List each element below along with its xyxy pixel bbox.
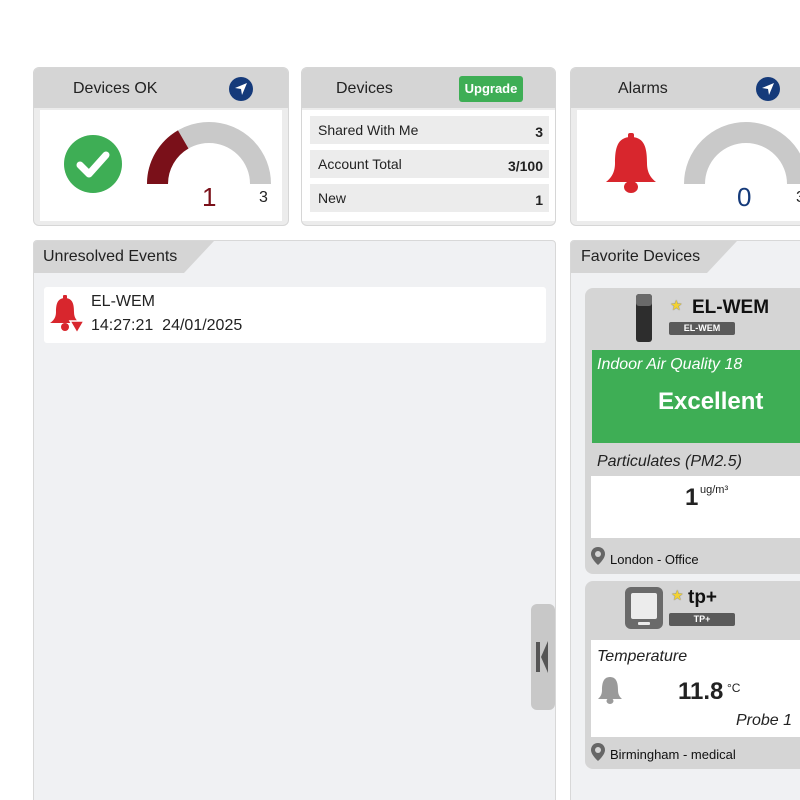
unresolved-events-panel: Unresolved Events EL-WEM 14:27:21 24/01/… (33, 240, 556, 800)
gauge-max: 3 (796, 189, 800, 207)
upgrade-button[interactable]: Upgrade (459, 76, 523, 102)
card-title: Devices (336, 80, 393, 97)
favorite-star-icon[interactable]: ★ (671, 587, 684, 604)
alarm-bell-icon (50, 295, 84, 333)
metric-label: Particulates (PM2.5) (597, 453, 742, 470)
metric-unit: ug/m³ (700, 484, 729, 496)
row-label: Shared With Me (318, 122, 419, 138)
alarms-card: Alarms 0 3 (570, 67, 800, 226)
gauge-max: 3 (259, 189, 268, 206)
device-name: tp+ (688, 587, 718, 608)
probe-label: Probe 1 (736, 712, 793, 729)
device-badge: EL-WEM (669, 322, 735, 335)
bell-icon (606, 133, 656, 193)
card-body: 0 3 (577, 110, 800, 221)
card-body: Shared With Me 3 Account Total 3/100 New… (302, 110, 555, 221)
location-pin-icon (591, 547, 605, 565)
metric-panel: 1 ug/m³ (591, 476, 800, 538)
metric-unit: °C (727, 681, 741, 695)
tab-notch (707, 241, 737, 273)
device-name: EL-WEM (692, 297, 770, 318)
card-title: Alarms (618, 80, 668, 97)
panel-collapse-handle[interactable] (531, 604, 555, 710)
metric-label: Temperature (597, 648, 688, 665)
row-label: Account Total (318, 156, 402, 172)
devices-ok-card: Devices OK 1 3 (33, 67, 289, 226)
favorite-star-icon[interactable]: ★ (670, 297, 683, 314)
device-location: Birmingham - medical (610, 747, 736, 762)
row-value: 3 (535, 124, 543, 140)
devices-row: Account Total 3/100 (310, 150, 549, 178)
row-label: New (318, 190, 347, 206)
status-label: Indoor Air Quality 18 (597, 356, 743, 373)
devices-row: Shared With Me 3 (310, 116, 549, 144)
alarm-bell-icon (598, 677, 622, 704)
event-timestamp: 14:27:21 24/01/2025 (91, 317, 242, 335)
row-value: 1 (535, 192, 543, 208)
card-title: Devices OK (73, 80, 158, 97)
event-date: 24/01/2025 (162, 317, 243, 334)
favorite-device-card[interactable]: ★ EL-WEM EL-WEM Indoor Air Quality 18 Ex… (585, 288, 800, 574)
tab-notch (184, 241, 214, 273)
panel-title: Unresolved Events (34, 241, 184, 273)
air-quality-status: Indoor Air Quality 18 Excellent (592, 350, 800, 443)
devices-row: New 1 (310, 184, 549, 212)
gauge-value: 0 (737, 182, 752, 212)
location-pin-icon (591, 743, 605, 761)
metric-panel: Temperature 11.8 °C Probe 1 (591, 640, 800, 737)
air-sensor-icon (636, 294, 652, 342)
metric-value: 11.8 (678, 678, 724, 705)
gauge-value: 1 (202, 182, 217, 212)
status-value: Excellent (658, 388, 764, 415)
metric-value: 1 (685, 484, 699, 511)
event-time: 14:27:21 (91, 317, 154, 334)
navigate-arrow-icon[interactable] (756, 77, 780, 101)
card-body: 1 3 (40, 110, 282, 221)
favorite-device-card[interactable]: ★ tp+ TP+ Temperature 11.8 °C Probe 1 Bi… (585, 581, 800, 769)
event-device-name: EL-WEM (91, 293, 155, 310)
check-circle-icon (64, 135, 122, 193)
event-item[interactable]: EL-WEM 14:27:21 24/01/2025 (44, 287, 546, 343)
panel-title: Favorite Devices (571, 241, 707, 273)
device-location: London - Office (610, 552, 699, 567)
device-badge: TP+ (669, 613, 735, 626)
devices-card: Devices Upgrade Shared With Me 3 Account… (301, 67, 556, 226)
row-value: 3/100 (507, 158, 543, 174)
navigate-arrow-icon[interactable] (229, 77, 253, 101)
tablet-device-icon (625, 587, 663, 629)
